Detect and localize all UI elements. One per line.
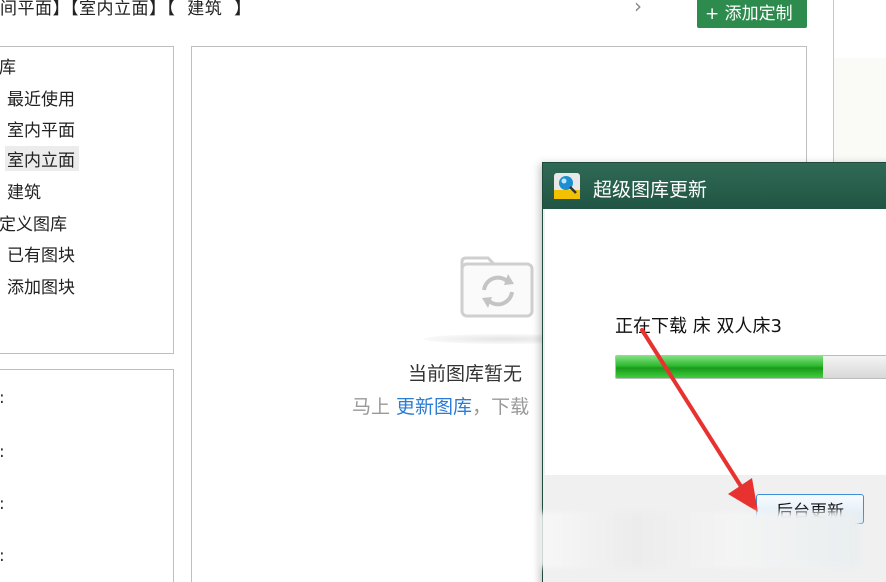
update-library-link[interactable]: 更新图库	[396, 396, 472, 418]
tree-item-interior-elevation[interactable]: 室内立面	[5, 146, 79, 171]
tree-item-library-root[interactable]: 库	[0, 53, 16, 78]
download-status-text: 正在下载 床 双人床3	[615, 316, 782, 337]
empty-state-prefix: 马上	[352, 396, 397, 418]
prop-label: :	[0, 388, 5, 408]
top-bar: 间平面】【室内立面】【 建筑 】 › + 添加定制	[0, 0, 834, 30]
breadcrumb[interactable]: 间平面】【室内立面】【 建筑 】	[0, 0, 252, 19]
empty-state-title: 当前图库暂无	[408, 363, 523, 385]
properties-panel: : : : :	[0, 369, 174, 582]
blurred-overlay	[540, 512, 860, 568]
tree-item-existing-blocks[interactable]: 已有图块	[7, 241, 75, 266]
tree-item-custom-library[interactable]: 定义图库	[0, 210, 67, 235]
add-custom-button[interactable]: + 添加定制	[697, 0, 807, 28]
empty-folder-refresh-icon	[460, 256, 534, 318]
prop-label: :	[0, 442, 5, 462]
prop-label: :	[0, 494, 5, 514]
tree-item-interior-plan[interactable]: 室内平面	[7, 116, 75, 141]
chevron-right-icon[interactable]: ›	[634, 0, 642, 18]
dialog-titlebar[interactable]: 超级图库更新	[543, 163, 886, 209]
tree-item-add-block[interactable]: 添加图块	[7, 273, 75, 298]
progress-fill	[616, 356, 824, 378]
dialog-title: 超级图库更新	[593, 179, 708, 201]
tree-item-building[interactable]: 建筑	[7, 178, 41, 203]
app-logo-icon	[554, 173, 580, 199]
library-tree-panel: 库 最近使用 室内平面 室内立面 建筑 定义图库 已有图块 添加图块	[0, 46, 174, 354]
dialog-body: 正在下载 床 双人床3	[545, 209, 886, 475]
prop-label: :	[0, 546, 5, 566]
empty-state-subtitle: 马上 更新图库，下载	[352, 392, 529, 419]
empty-state-suffix: ，下载	[472, 396, 530, 418]
download-progress-bar	[615, 355, 886, 379]
tree-item-recent[interactable]: 最近使用	[7, 85, 75, 110]
